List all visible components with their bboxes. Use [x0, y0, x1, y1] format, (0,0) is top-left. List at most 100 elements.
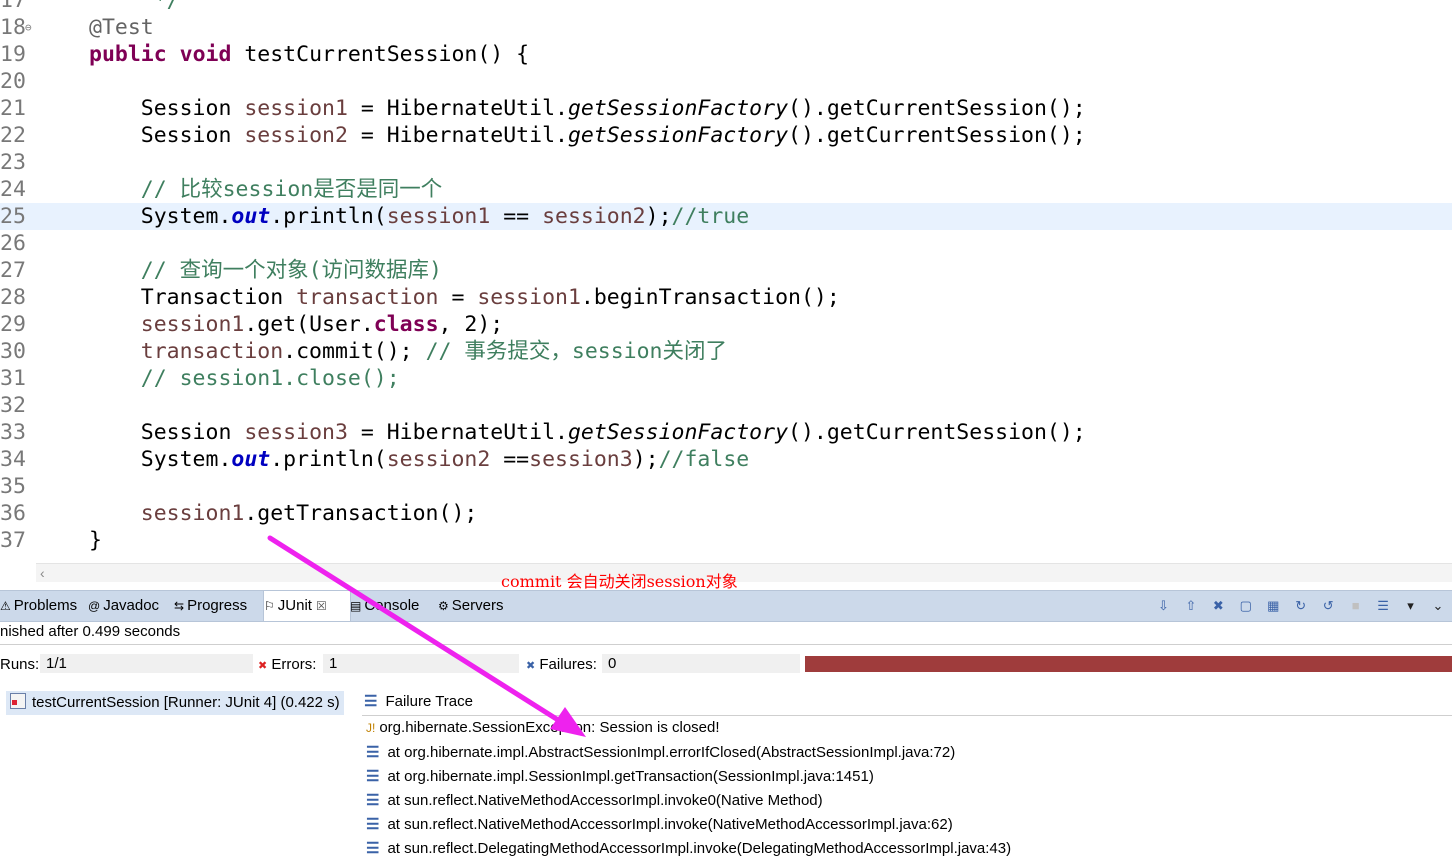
failure-trace-label: Failure Trace: [385, 693, 473, 710]
code-token: .getTransaction();: [244, 501, 478, 526]
code-line[interactable]: 21 Session session1 = HibernateUtil.getS…: [0, 95, 1452, 122]
errors-label-text: Errors:: [271, 656, 317, 673]
code-text: System.out.println(session1 == session2)…: [89, 203, 749, 230]
trace-line[interactable]: ☰ at sun.reflect.DelegatingMethodAccessor…: [366, 839, 1011, 857]
trace-text: at org.hibernate.impl.SessionImpl.getTra…: [387, 768, 874, 785]
code-token: session2: [386, 447, 491, 472]
code-line[interactable]: 36 session1.getTransaction();: [0, 500, 1452, 527]
scroll-lock-icon[interactable]: ▢: [1236, 591, 1256, 621]
trace-line[interactable]: ☰ at sun.reflect.NativeMethodAccessorImpl…: [366, 815, 953, 833]
code-token: ().getCurrentSession();: [788, 96, 1086, 121]
test-tree-item[interactable]: testCurrentSession [Runner: JUnit 4] (0.…: [6, 691, 344, 715]
close-tab-icon[interactable]: ☒: [316, 599, 327, 613]
scroll-left-icon[interactable]: ‹: [40, 564, 45, 582]
stop-icon[interactable]: ■: [1346, 591, 1366, 621]
code-text: }: [89, 527, 102, 554]
code-line[interactable]: 19 public void testCurrentSession() {: [0, 41, 1452, 68]
code-text: Session session3 = HibernateUtil.getSess…: [89, 419, 1086, 446]
divider: [362, 715, 1452, 716]
error-icon: ✖: [258, 660, 268, 672]
trace-line[interactable]: J! org.hibernate.SessionException: Sessio…: [366, 719, 720, 736]
code-line[interactable]: 32: [0, 392, 1452, 419]
code-line[interactable]: 35: [0, 473, 1452, 500]
code-token: .println(: [270, 204, 387, 229]
code-token: Session: [89, 96, 245, 121]
rerun-failed-icon[interactable]: ↺: [1318, 591, 1338, 621]
failure-trace-header: ☰ Failure Trace: [364, 692, 473, 710]
code-token: // 查询一个对象(访问数据库): [89, 258, 442, 283]
code-text: // session1.close();: [89, 365, 400, 392]
code-token: ==: [490, 447, 530, 472]
code-line[interactable]: 26: [0, 230, 1452, 257]
next-failure-icon[interactable]: ⇩: [1153, 591, 1173, 621]
code-line[interactable]: 33 Session session3 = HibernateUtil.getS…: [0, 419, 1452, 446]
code-line[interactable]: 24 // 比较session是否是同一个: [0, 176, 1452, 203]
trace-line[interactable]: ☰ at org.hibernate.impl.SessionImpl.getTr…: [366, 767, 874, 785]
junit-toolbar: ⇩ ⇧ ✖ ▢ ▦ ↻ ↺ ■ ☰ ▾ ⌄: [1150, 591, 1448, 621]
code-line[interactable]: 27 // 查询一个对象(访问数据库): [0, 257, 1452, 284]
show-failures-only-icon[interactable]: ✖: [1208, 591, 1228, 621]
trace-text: at sun.reflect.DelegatingMethodAccessorI…: [387, 840, 1012, 857]
exception-icon: J!: [366, 721, 376, 735]
code-line[interactable]: 22 Session session2 = HibernateUtil.getS…: [0, 122, 1452, 149]
code-token: .beginTransaction();: [580, 285, 840, 310]
line-number: 19: [0, 42, 26, 67]
code-line[interactable]: 20: [0, 68, 1452, 95]
code-token: ().getCurrentSession();: [788, 123, 1086, 148]
code-line[interactable]: 18 ⊖ @Test: [0, 14, 1452, 41]
code-token: out: [231, 447, 271, 472]
code-token: public: [89, 42, 167, 67]
tab-problems[interactable]: ⚠ Problems: [0, 591, 86, 621]
code-token: class: [373, 312, 439, 337]
horizontal-scrollbar[interactable]: ‹: [36, 563, 1452, 582]
code-token: void: [179, 42, 232, 67]
code-line[interactable]: 31 // session1.close();: [0, 365, 1452, 392]
progress-icon: ⇆: [174, 599, 185, 613]
code-line[interactable]: 34 System.out.println(session2 ==session…: [0, 446, 1452, 473]
code-line[interactable]: 29 session1.get(User.class, 2);: [0, 311, 1452, 338]
code-token: getSessionFactory: [567, 420, 789, 445]
errors-value: 1: [323, 654, 519, 673]
code-line[interactable]: 23: [0, 149, 1452, 176]
code-token: = HibernateUtil.: [347, 123, 568, 148]
tab-label: Problems: [13, 597, 78, 614]
fold-collapse-icon[interactable]: ⊖: [25, 14, 32, 41]
tab-console[interactable]: ▤ Console: [350, 591, 436, 621]
tab-javadoc[interactable]: @ Javadoc: [88, 591, 174, 621]
annotation-text: commit 会自动关闭session对象: [501, 572, 738, 591]
stack-frame-icon: ☰: [366, 744, 380, 761]
code-token: }: [89, 528, 102, 553]
code-token: );: [632, 447, 659, 472]
errors-label: ✖ Errors:: [258, 656, 316, 673]
rerun-test-icon[interactable]: ↻: [1291, 591, 1311, 621]
tab-label: JUnit: [277, 597, 312, 614]
tab-junit[interactable]: ⚐ JUnit ☒: [263, 591, 351, 621]
tab-servers[interactable]: ⚙ Servers: [438, 591, 522, 621]
history-icon[interactable]: ☰: [1373, 591, 1393, 621]
code-token: getSessionFactory: [567, 96, 789, 121]
trace-line[interactable]: ☰ at org.hibernate.impl.AbstractSessionIm…: [366, 743, 955, 761]
code-token: session2: [244, 123, 348, 148]
tab-progress[interactable]: ⇆ Progress: [174, 591, 262, 621]
code-text: Session session2 = HibernateUtil.getSess…: [89, 122, 1086, 149]
servers-icon: ⚙: [438, 599, 449, 613]
code-editor[interactable]: 17 */ 18 ⊖ @Test 19 public void testCurrentS…: [0, 0, 1452, 563]
previous-failure-icon[interactable]: ⇧: [1181, 591, 1201, 621]
code-line[interactable]: 37}: [0, 527, 1452, 554]
code-token: // 事务提交，session关闭了: [425, 339, 728, 364]
code-line[interactable]: 25 System.out.println(session1 == sessio…: [0, 203, 1452, 230]
code-token: = HibernateUtil.: [347, 96, 568, 121]
code-token: ().getCurrentSession();: [788, 420, 1086, 445]
trace-line[interactable]: ☰ at sun.reflect.NativeMethodAccessorImpl…: [366, 791, 823, 809]
code-token: .commit();: [283, 339, 426, 364]
runs-value: 1/1: [40, 654, 253, 673]
code-line[interactable]: 30 transaction.commit(); // 事务提交，session…: [0, 338, 1452, 365]
view-menu-icon[interactable]: ▾: [1401, 591, 1421, 621]
layout-icon[interactable]: ▦: [1263, 591, 1283, 621]
code-token: Session: [89, 123, 245, 148]
minimize-icon[interactable]: ⌄: [1428, 591, 1448, 621]
failures-value: 0: [602, 654, 800, 673]
code-token: // 比较session是否是同一个: [89, 177, 443, 202]
code-line[interactable]: 28 Transaction transaction = session1.be…: [0, 284, 1452, 311]
